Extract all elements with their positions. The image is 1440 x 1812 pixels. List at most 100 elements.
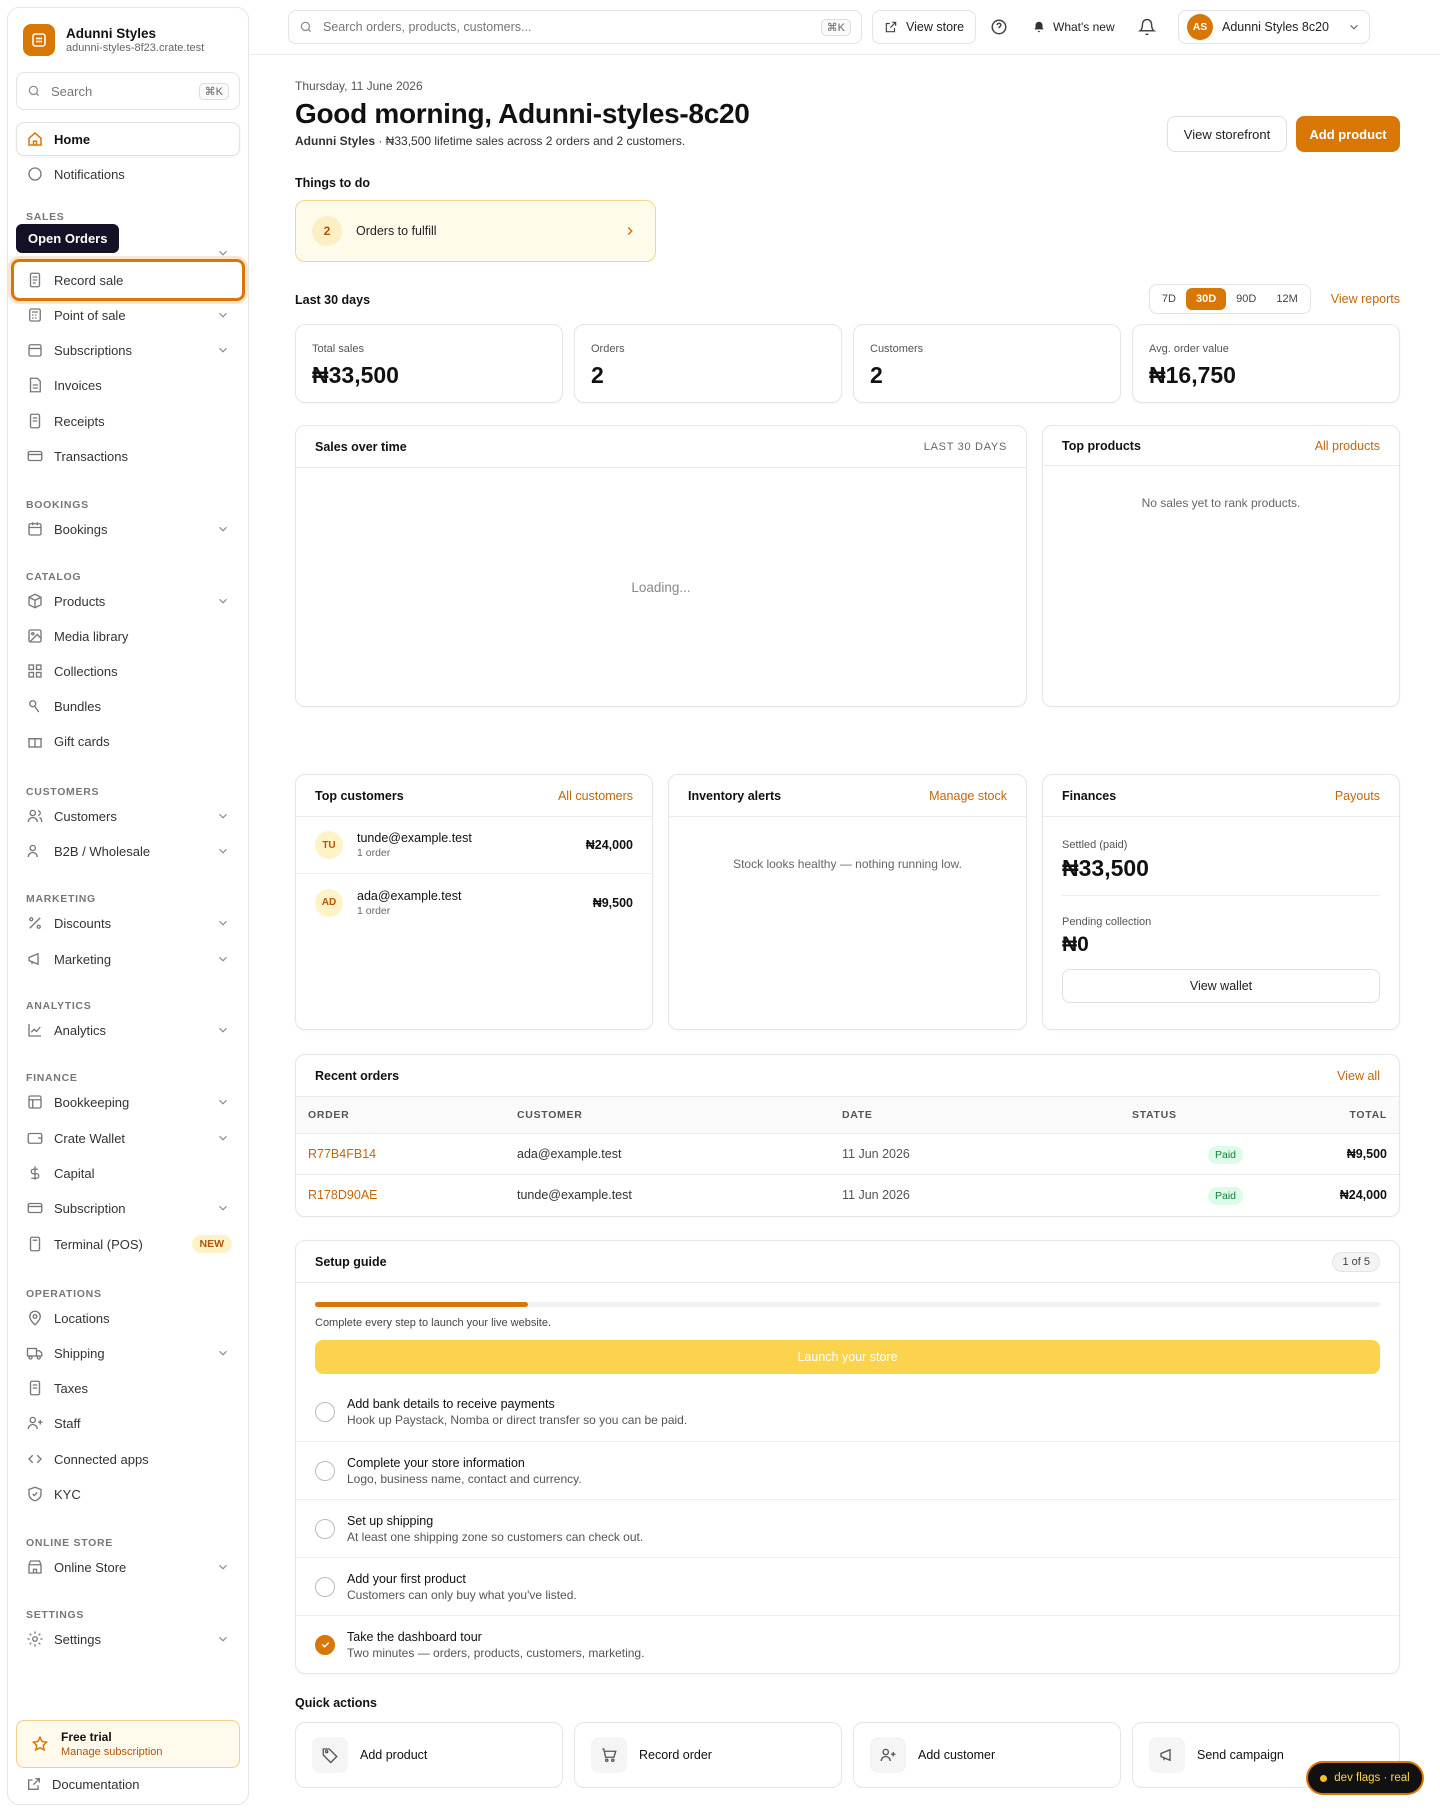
help-button[interactable] — [990, 10, 1008, 44]
sidebar-item-subscription[interactable]: Subscription — [16, 1192, 240, 1224]
sidebar-item-subscriptions[interactable]: Subscriptions — [16, 334, 240, 366]
period-option[interactable]: 30D — [1185, 288, 1227, 310]
quick-action-add-customer[interactable]: Add customer — [853, 1722, 1121, 1788]
brand[interactable]: Adunni Styles adunni-styles-8f23.crate.t… — [23, 24, 204, 56]
sidebar-item-notifications[interactable]: Notifications — [16, 158, 240, 190]
step-description: Customers can only buy what you've liste… — [347, 1587, 577, 1602]
orders-to-fulfill-card[interactable]: 2 Orders to fulfill — [295, 200, 656, 262]
step-checkbox[interactable] — [315, 1518, 335, 1539]
launch-store-button[interactable]: Launch your store — [315, 1340, 1380, 1374]
open-orders-tooltip: Open Orders — [16, 224, 120, 253]
megaphone-icon — [28, 952, 39, 966]
sidebar-item-gift-cards[interactable]: Gift cards — [16, 725, 240, 757]
setup-step[interactable]: Complete your store information Logo, bu… — [296, 1441, 1399, 1499]
setup-step[interactable]: Set up shipping At least one shipping zo… — [296, 1499, 1399, 1557]
sidebar-item-crate-wallet[interactable]: Crate Wallet — [16, 1122, 240, 1154]
sidebar-item-locations[interactable]: Locations — [16, 1302, 240, 1334]
app: Adunni Styles adunni-styles-8f23.crate.t… — [0, 0, 1440, 1812]
list-item[interactable]: TU tunde@example.test 1 order ₦24,000 — [296, 817, 652, 874]
view-reports-link[interactable]: View reports — [1331, 292, 1400, 306]
period-option[interactable]: 90D — [1226, 288, 1266, 310]
step-checkbox[interactable] — [315, 1460, 335, 1481]
view-storefront-button[interactable]: View storefront — [1167, 116, 1287, 152]
users-icon — [27, 809, 43, 823]
sidebar-item-receipts[interactable]: Receipts — [16, 405, 240, 437]
sidebar-search[interactable]: Search ⌘K — [16, 72, 240, 110]
things-to-do-title: Things to do — [295, 176, 370, 190]
sidebar-item-connected-apps[interactable]: Connected apps — [16, 1443, 240, 1475]
sidebar-item-collections[interactable]: Collections — [16, 655, 240, 687]
payouts-link[interactable]: Payouts — [1335, 789, 1380, 803]
setup-step[interactable]: Take the dashboard tour Two minutes — or… — [296, 1615, 1399, 1673]
stat-value: 2 — [591, 362, 604, 388]
sidebar-item-label: Capital — [54, 1165, 95, 1181]
sidebar-item-bookkeeping[interactable]: Bookkeeping — [16, 1086, 240, 1118]
step-checkbox-checked[interactable] — [315, 1634, 335, 1655]
all-products-link[interactable]: All products — [1315, 439, 1380, 453]
register-icon — [29, 308, 41, 322]
sidebar-item-media-library[interactable]: Media library — [16, 620, 240, 652]
setup-step[interactable]: Add your first product Customers can onl… — [296, 1557, 1399, 1615]
whats-new-label: What's new — [1053, 20, 1115, 34]
sidebar-item-point-of-sale[interactable]: Point of sale — [16, 299, 240, 331]
sidebar-item-capital[interactable]: Capital — [16, 1157, 240, 1189]
sidebar-item-invoices[interactable]: Invoices — [16, 369, 240, 401]
sidebar-item-label: Analytics — [54, 1022, 107, 1038]
sidebar-item-online-store[interactable]: Online Store — [16, 1551, 240, 1583]
global-search-input[interactable]: Search orders, products, customers... — [323, 20, 821, 34]
manage-stock-link[interactable]: Manage stock — [929, 789, 1007, 803]
all-customers-link[interactable]: All customers — [558, 789, 633, 803]
box-icon — [28, 593, 42, 609]
sidebar-item-record-sale[interactable]: Record sale — [16, 264, 240, 296]
sidebar-item-products[interactable]: Products — [16, 585, 240, 617]
global-search[interactable]: Search orders, products, customers... ⌘K — [288, 10, 862, 44]
quick-action-record-order[interactable]: Record order — [574, 1722, 842, 1788]
order-id-link[interactable]: R178D90AE — [308, 1188, 378, 1202]
notifications-button[interactable] — [1138, 10, 1156, 44]
sidebar-item-home[interactable]: Home — [16, 123, 240, 155]
sidebar-item-analytics[interactable]: Analytics — [16, 1014, 240, 1046]
sidebar-item-shipping[interactable]: Shipping — [16, 1337, 240, 1369]
period-option[interactable]: 7D — [1152, 288, 1186, 310]
order-id-link[interactable]: R77B4FB14 — [308, 1147, 376, 1161]
brand-name: Adunni Styles — [66, 25, 157, 41]
view-wallet-button[interactable]: View wallet — [1062, 969, 1380, 1003]
sidebar-item-staff[interactable]: Staff — [16, 1407, 240, 1439]
stat-label: Orders — [591, 343, 625, 355]
whats-new-button[interactable]: What's new — [1032, 10, 1115, 44]
sidebar-item-kyc[interactable]: KYC — [16, 1478, 240, 1510]
sidebar-item-customers[interactable]: Customers — [16, 800, 240, 832]
manage-subscription-link[interactable]: Manage subscription — [61, 1746, 163, 1758]
bell-icon — [1034, 21, 1044, 33]
sidebar-item-terminal[interactable]: Terminal (POS) NEW — [16, 1228, 240, 1260]
sidebar-search-input[interactable]: Search — [51, 84, 199, 99]
list-item[interactable]: AD ada@example.test 1 order ₦9,500 — [296, 874, 652, 931]
setup-step[interactable]: Add bank details to receive payments Hoo… — [296, 1383, 1399, 1441]
sidebar-item-b2b[interactable]: B2B / Wholesale — [16, 835, 240, 867]
step-checkbox[interactable] — [315, 1402, 335, 1422]
sidebar-item-settings[interactable]: Settings — [16, 1623, 240, 1655]
dev-flags-pill[interactable]: dev flags · real — [1306, 1761, 1424, 1795]
top-products-card: Top products All products No sales yet t… — [1042, 425, 1400, 707]
setup-progress-fill — [315, 1302, 528, 1307]
step-checkbox[interactable] — [315, 1576, 335, 1597]
view-store-button[interactable]: View store — [872, 10, 977, 44]
chevron-down-icon — [219, 598, 227, 604]
table-row[interactable]: R178D90AE tunde@example.test 11 Jun 2026… — [296, 1174, 1399, 1215]
sidebar-item-transactions[interactable]: Transactions — [16, 440, 240, 472]
account-menu[interactable]: AS Adunni Styles 8c20 — [1178, 10, 1370, 44]
quick-action-add-product[interactable]: Add product — [295, 1722, 563, 1788]
sidebar-item-bundles[interactable]: Bundles — [16, 690, 240, 722]
table-row[interactable]: R77B4FB14 ada@example.test 11 Jun 2026 P… — [296, 1133, 1399, 1175]
add-product-button[interactable]: Add product — [1296, 116, 1400, 152]
view-all-orders-link[interactable]: View all — [1337, 1069, 1380, 1083]
chevron-down-icon — [219, 1350, 227, 1356]
period-option[interactable]: 12M — [1266, 288, 1307, 310]
sidebar-item-bookings[interactable]: Bookings — [16, 513, 240, 545]
sidebar-item-marketing[interactable]: Marketing — [16, 943, 240, 975]
sidebar-item-taxes[interactable]: Taxes — [16, 1372, 240, 1404]
documentation-link[interactable]: Documentation — [26, 1776, 139, 1792]
sidebar-item-discounts[interactable]: Discounts — [16, 907, 240, 939]
shield-check-icon — [28, 1486, 42, 1502]
free-trial-card[interactable]: Free trial Manage subscription — [16, 1720, 240, 1768]
